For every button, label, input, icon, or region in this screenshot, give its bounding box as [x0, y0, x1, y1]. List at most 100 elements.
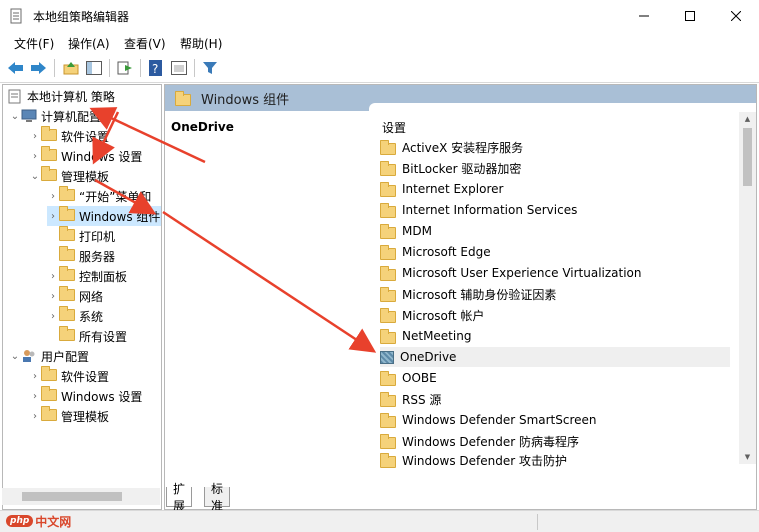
scroll-up-icon[interactable]: ▲ — [739, 112, 756, 126]
list-item[interactable]: Microsoft 辅助身份验证因素 — [380, 284, 730, 304]
app-icon — [8, 8, 24, 24]
list-item[interactable]: MDM — [380, 221, 730, 241]
console-tree-icon — [86, 61, 102, 75]
tree-root[interactable]: 本地计算机 策略 — [7, 86, 115, 106]
list-item[interactable]: Windows Defender 防病毒程序 — [380, 431, 730, 451]
list-item[interactable]: NetMeeting — [380, 326, 730, 346]
folder-icon — [59, 306, 75, 321]
menu-view[interactable]: 查看(V) — [124, 35, 166, 52]
policy-document-icon — [7, 89, 23, 104]
scroll-down-icon[interactable]: ▼ — [739, 450, 756, 464]
minimize-icon — [639, 15, 649, 16]
tree-item-server[interactable]: 服务器 — [47, 246, 115, 266]
list-vertical-scrollbar[interactable]: ▲ ▼ — [739, 112, 756, 464]
expand-arrow-icon[interactable]: › — [47, 206, 59, 226]
tree-item-user-windows-settings[interactable]: › Windows 设置 — [29, 386, 142, 406]
tree-item-windows-components[interactable]: › Windows 组件 — [47, 206, 161, 226]
maximize-icon — [685, 10, 695, 21]
computer-icon — [21, 109, 37, 123]
menu-help[interactable]: 帮助(H) — [180, 35, 222, 52]
expand-arrow-icon[interactable]: › — [29, 146, 41, 166]
list-item-label: Microsoft User Experience Virtualization — [402, 266, 642, 280]
tree-item-printers[interactable]: 打印机 — [47, 226, 115, 246]
expand-arrow-icon[interactable]: › — [29, 386, 41, 406]
expand-arrow-icon[interactable]: › — [29, 126, 41, 146]
menu-file[interactable]: 文件(F) — [14, 35, 54, 52]
export-list-button[interactable] — [115, 58, 135, 78]
details-pane: Windows 组件 OneDrive 设置 ActiveX 安装程序服务 Bi… — [164, 84, 757, 510]
tree-item-network[interactable]: › 网络 — [47, 286, 103, 306]
list-item[interactable]: BitLocker 驱动器加密 — [380, 158, 730, 178]
expand-arrow-icon[interactable]: › — [29, 366, 41, 386]
settings-list[interactable]: 设置 ActiveX 安装程序服务 BitLocker 驱动器加密 Intern… — [369, 103, 756, 468]
tree-item-software-settings[interactable]: › 软件设置 — [29, 126, 109, 146]
list-item[interactable]: Windows Defender 攻击防护 — [380, 452, 730, 468]
list-item[interactable]: Internet Information Services — [380, 200, 730, 220]
tab-extended[interactable]: 扩展 — [166, 482, 193, 513]
list-item-label: MDM — [402, 224, 432, 238]
column-header-setting[interactable]: 设置 — [382, 119, 406, 136]
window-title: 本地组策略编辑器 — [33, 10, 130, 24]
close-button[interactable] — [713, 0, 759, 31]
tree-item-user-software-settings[interactable]: › 软件设置 — [29, 366, 109, 386]
tree-label: 用户配置 — [41, 349, 90, 364]
folder-icon — [41, 406, 57, 421]
collapse-arrow-icon[interactable]: ⌄ — [9, 346, 21, 366]
filter-button[interactable] — [200, 58, 220, 78]
console-tree[interactable]: 本地计算机 策略 ⌄ 计算机配置 › 软件设置 › Windows 设置 ⌄ 管… — [2, 84, 162, 510]
list-item[interactable]: Microsoft User Experience Virtualization — [380, 263, 730, 283]
menu-action[interactable]: 操作(A) — [68, 35, 110, 52]
tree-label: 网络 — [79, 289, 104, 304]
help-button[interactable]: ? — [146, 58, 166, 78]
list-item[interactable]: Windows Defender SmartScreen — [380, 410, 730, 430]
expand-arrow-icon[interactable]: › — [47, 286, 59, 306]
expand-arrow-icon[interactable]: › — [47, 306, 59, 326]
tree-item-user-config[interactable]: ⌄ 用户配置 — [9, 346, 89, 366]
tree-label: 所有设置 — [79, 329, 128, 344]
tree-label: Windows 设置 — [61, 149, 143, 164]
toolbar-separator — [194, 59, 195, 77]
tree-item-admin-templates[interactable]: ⌄ 管理模板 — [29, 166, 109, 186]
tree-item-start-menu[interactable]: › “开始”菜单和 — [47, 186, 151, 206]
tree-item-all-settings[interactable]: 所有设置 — [47, 326, 127, 346]
watermark-logo: php 中文网 — [6, 513, 71, 529]
list-item[interactable]: OOBE — [380, 368, 730, 388]
list-item[interactable]: Microsoft Edge — [380, 242, 730, 262]
toolbar: ? — [0, 54, 759, 83]
scroll-thumb[interactable] — [22, 492, 122, 501]
tab-standard[interactable]: 标准 — [204, 482, 231, 513]
folder-icon — [380, 434, 396, 449]
export-icon — [117, 61, 132, 75]
list-item-label: Internet Explorer — [402, 182, 504, 196]
help-icon: ? — [149, 60, 162, 76]
maximize-button[interactable] — [667, 0, 713, 31]
tree-label: 软件设置 — [61, 369, 110, 384]
list-item[interactable]: ActiveX 安装程序服务 — [380, 137, 730, 157]
show-hide-tree-button[interactable] — [84, 58, 104, 78]
expand-arrow-icon[interactable]: › — [29, 406, 41, 426]
forward-button[interactable] — [28, 58, 48, 78]
minimize-button[interactable] — [621, 0, 667, 31]
tree-item-system[interactable]: › 系统 — [47, 306, 103, 326]
list-item[interactable]: Internet Explorer — [380, 179, 730, 199]
tree-item-control-panel[interactable]: › 控制面板 — [47, 266, 127, 286]
expand-arrow-icon[interactable]: › — [47, 186, 59, 206]
folder-icon — [41, 386, 57, 401]
list-item[interactable]: RSS 源 — [380, 389, 730, 409]
up-one-level-button[interactable] — [61, 58, 81, 78]
folder-icon — [380, 140, 396, 155]
folder-icon — [41, 166, 57, 181]
back-button[interactable] — [6, 58, 26, 78]
properties-button[interactable] — [169, 58, 189, 78]
tree-item-windows-settings[interactable]: › Windows 设置 — [29, 146, 142, 166]
scroll-thumb[interactable] — [743, 128, 752, 186]
expand-arrow-icon[interactable]: › — [47, 266, 59, 286]
tree-item-user-admin-templates[interactable]: › 管理模板 — [29, 406, 109, 426]
list-item[interactable]: Microsoft 帐户 — [380, 305, 730, 325]
tree-item-computer-config[interactable]: ⌄ 计算机配置 — [9, 106, 101, 126]
tree-label: 计算机配置 — [41, 109, 102, 124]
collapse-arrow-icon[interactable]: ⌄ — [9, 106, 21, 126]
collapse-arrow-icon[interactable]: ⌄ — [29, 166, 41, 186]
list-item-onedrive[interactable]: OneDrive — [380, 347, 730, 367]
tree-horizontal-scrollbar[interactable] — [2, 488, 160, 505]
